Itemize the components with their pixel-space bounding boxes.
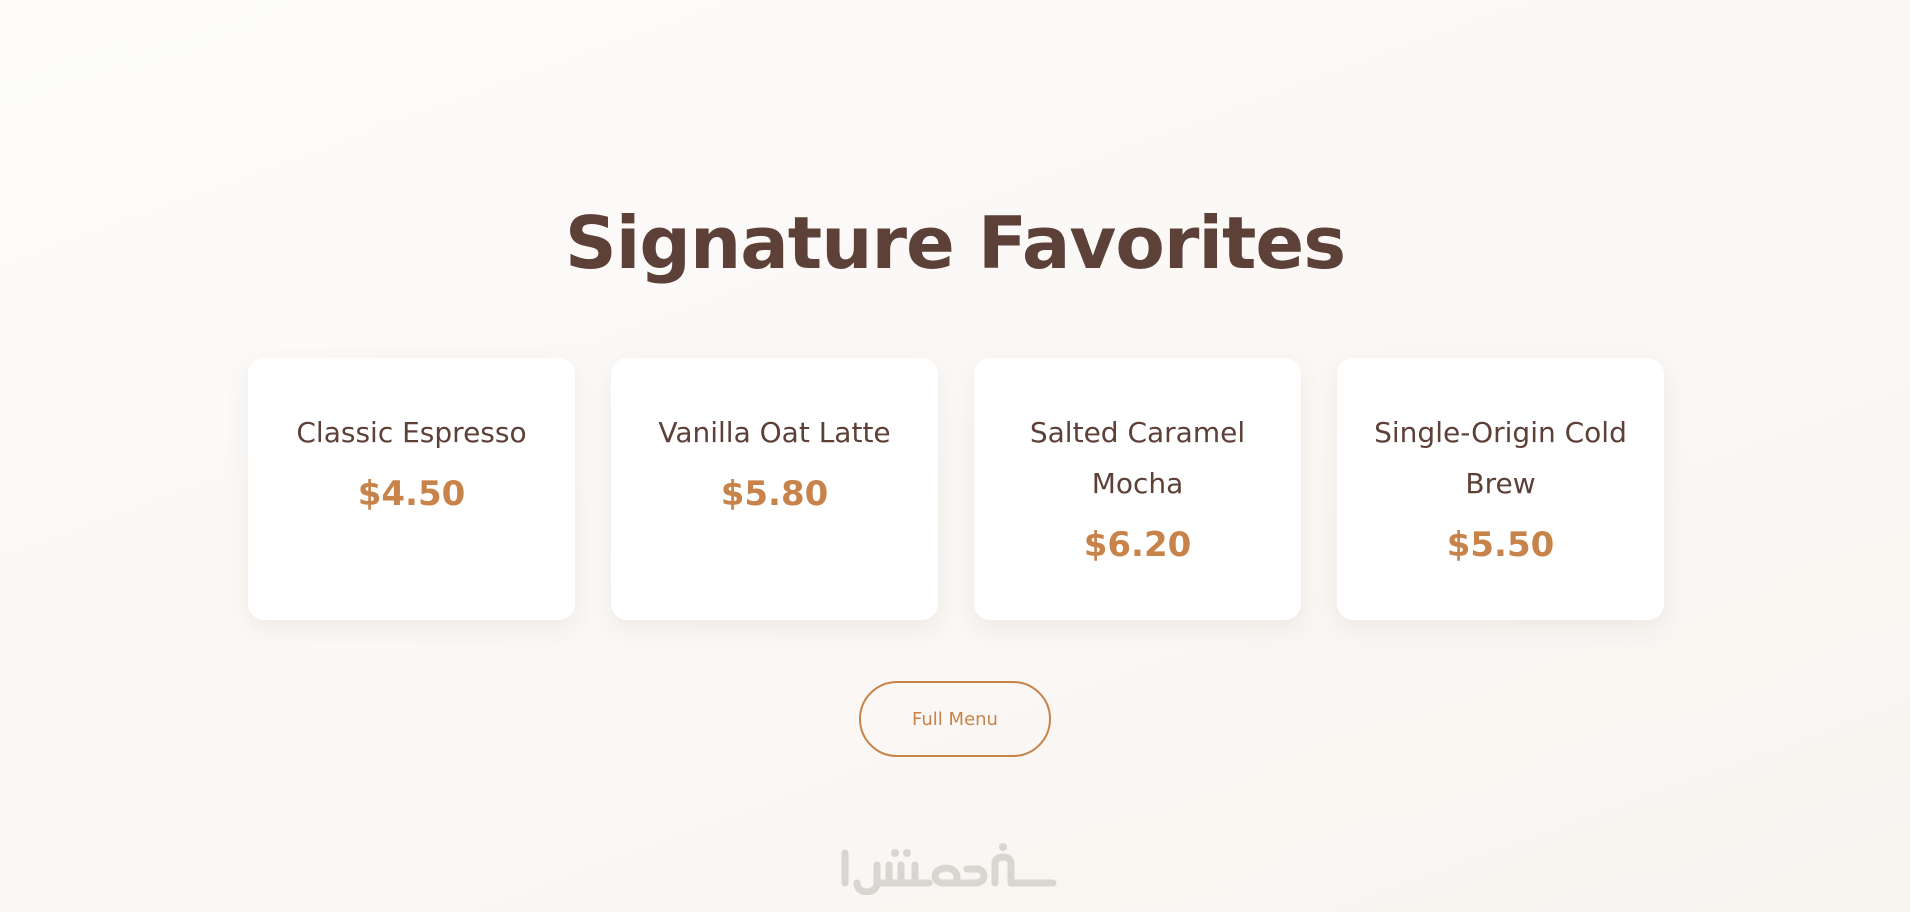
menu-item-name: Classic Espresso [296,416,527,449]
signature-favorites-section: Signature Favorites Classic Espresso $4.… [0,0,1910,912]
section-title: Signature Favorites [564,201,1346,285]
menu-item-price: $5.80 [720,474,829,514]
menu-item-name: Single-Origin Cold Brew [1374,416,1627,500]
menu-item-name: Salted Caramel Mocha [1029,416,1246,500]
full-menu-button[interactable]: Full Menu [859,681,1051,757]
khamsat-watermark-logo [841,843,1057,895]
menu-card[interactable]: Vanilla Oat Latte $5.80 [611,358,938,620]
menu-item-price: $5.50 [1446,525,1555,565]
menu-card[interactable]: Salted Caramel Mocha $6.20 [974,358,1301,620]
menu-card[interactable]: Single-Origin Cold Brew $5.50 [1337,358,1664,620]
menu-item-price: $6.20 [1083,525,1192,565]
menu-card[interactable]: Classic Espresso $4.50 [248,358,575,620]
menu-cards-row: Classic Espresso $4.50 Vanilla Oat Latte… [248,358,1664,620]
menu-item-name: Vanilla Oat Latte [658,416,891,449]
menu-item-price: $4.50 [357,474,466,514]
